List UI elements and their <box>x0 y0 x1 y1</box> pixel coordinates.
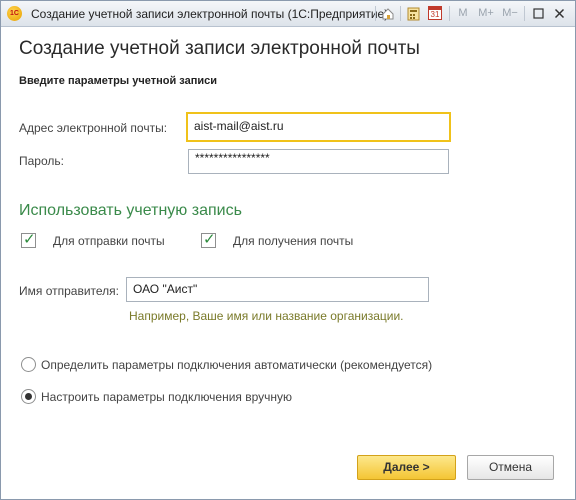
receive-mail-checkbox[interactable]: ✓ <box>201 231 216 248</box>
toolbar-separator <box>400 6 401 21</box>
receive-mail-label: Для получения почты <box>233 234 354 248</box>
calendar-icon[interactable]: 31 <box>426 5 444 22</box>
password-field[interactable]: **************** <box>188 149 449 174</box>
home-icon[interactable] <box>380 5 396 22</box>
email-label: Адрес электронной почты: <box>19 121 168 135</box>
title-bar: 1С Создание учетной записи электронной п… <box>1 1 575 27</box>
dialog-window: 1С Создание учетной записи электронной п… <box>0 0 576 500</box>
memory-minus-button[interactable]: M− <box>501 5 519 22</box>
password-label: Пароль: <box>19 154 64 168</box>
toolbar-separator <box>449 6 450 21</box>
send-mail-checkbox[interactable]: ✓ <box>21 231 36 248</box>
send-mail-label: Для отправки почты <box>53 234 165 248</box>
sender-name-hint: Например, Ваше имя или название организа… <box>129 309 404 323</box>
window-title: Создание учетной записи электронной почт… <box>31 7 389 21</box>
page-title: Создание учетной записи электронной почт… <box>19 38 420 59</box>
memory-m-button[interactable]: M <box>456 5 470 22</box>
next-button[interactable]: Далее > <box>357 455 456 480</box>
checkmark-icon: ✓ <box>203 231 216 248</box>
use-account-section-title: Использовать учетную запись <box>19 202 242 219</box>
auto-settings-label: Определить параметры подключения автомат… <box>41 358 433 372</box>
checkmark-icon: ✓ <box>23 231 36 248</box>
app-logo-icon: 1С <box>7 6 22 21</box>
maximize-icon[interactable] <box>531 5 545 22</box>
manual-settings-label: Настроить параметры подключения вручную <box>41 390 293 404</box>
email-field[interactable]: aist-mail@aist.ru <box>186 112 451 142</box>
toolbar-separator <box>524 6 525 21</box>
toolbar-separator <box>375 6 376 21</box>
form-subheading: Введите параметры учетной записи <box>19 75 218 87</box>
calculator-icon[interactable] <box>405 5 421 22</box>
cancel-button[interactable]: Отмена <box>467 455 554 480</box>
sender-name-label: Имя отправителя: <box>19 284 120 298</box>
memory-plus-button[interactable]: M+ <box>476 5 496 22</box>
sender-name-field[interactable]: ОАО "Аист" <box>126 277 429 302</box>
manual-settings-radio[interactable] <box>21 389 36 404</box>
close-icon[interactable] <box>552 5 566 22</box>
radio-selected-dot <box>25 393 32 400</box>
auto-settings-radio[interactable] <box>21 357 36 372</box>
